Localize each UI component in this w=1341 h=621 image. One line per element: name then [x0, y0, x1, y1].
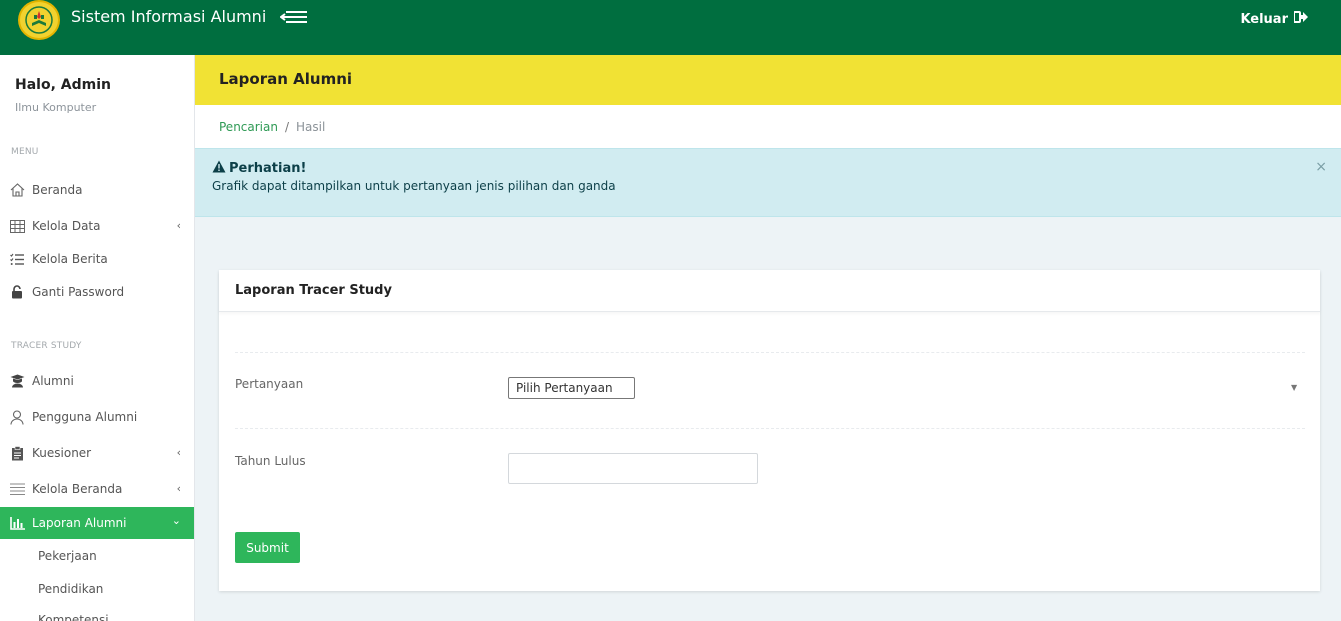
sidebar-subitem-label: Kompetensi	[38, 613, 109, 621]
close-icon[interactable]: ×	[1315, 159, 1327, 175]
user-icon	[9, 409, 25, 425]
sidebar-item-alumni[interactable]: Alumni	[0, 365, 194, 397]
sidebar-item-pengguna-alumni[interactable]: Pengguna Alumni	[0, 401, 194, 433]
page-header: Laporan Alumni	[195, 55, 1341, 105]
sidebar-item-kelola-berita[interactable]: Kelola Berita	[0, 243, 194, 275]
university-logo-icon	[18, 0, 60, 40]
lock-icon	[9, 284, 25, 300]
form-divider	[235, 352, 1305, 353]
sidebar-item-label: Alumni	[32, 374, 74, 388]
logout-label: Keluar	[1240, 11, 1288, 27]
card-header: Laporan Tracer Study	[219, 270, 1320, 312]
breadcrumb-current: Hasil	[296, 119, 326, 134]
app-title: Sistem Informasi Alumni	[71, 7, 267, 26]
sidebar-item-label: Kelola Beranda	[32, 482, 123, 496]
chevron-left-icon: ‹	[176, 219, 181, 232]
alert-title: Perhatian!	[212, 160, 306, 177]
graduation-year-input[interactable]	[508, 453, 758, 484]
sidebar-item-label: Kelola Berita	[32, 252, 108, 266]
sidebar-subitem-kompetensi[interactable]: Kompetensi	[0, 605, 194, 621]
question-select-value: Pilih Pertanyaan	[516, 381, 613, 395]
sidebar-item-kuesioner[interactable]: Kuesioner ‹	[0, 437, 194, 469]
graduate-icon	[9, 373, 25, 389]
bar-chart-icon	[9, 515, 25, 531]
sidebar-subitem-pekerjaan[interactable]: Pekerjaan	[0, 541, 194, 571]
chevron-left-icon: ‹	[176, 482, 181, 495]
question-label: Pertanyaan	[235, 377, 304, 391]
table-icon	[9, 218, 25, 234]
warning-alert: Perhatian! Grafik dapat ditampilkan untu…	[195, 148, 1341, 217]
checklist-icon	[9, 251, 25, 267]
sidebar-item-label: Kelola Data	[32, 219, 101, 233]
breadcrumb: Pencarian / Hasil	[195, 105, 1341, 148]
submit-button[interactable]: Submit	[235, 532, 300, 563]
sidebar-subitem-label: Pendidikan	[38, 582, 104, 596]
sidebar-item-label: Pengguna Alumni	[32, 410, 138, 424]
graduation-year-label: Tahun Lulus	[235, 454, 306, 468]
sidebar-subitem-label: Pekerjaan	[38, 549, 97, 563]
breadcrumb-separator: /	[284, 119, 290, 134]
user-department: Ilmu Komputer	[15, 101, 97, 114]
sidebar-subitem-pendidikan[interactable]: Pendidikan	[0, 574, 194, 604]
sidebar: Halo, Admin Ilmu Komputer MENU Beranda K…	[0, 55, 195, 621]
warning-icon	[212, 160, 226, 177]
caret-down-icon[interactable]: ▼	[1291, 383, 1297, 392]
menu-section-label: MENU	[11, 147, 39, 157]
question-select[interactable]: Pilih Pertanyaan	[508, 377, 635, 399]
page-title: Laporan Alumni	[219, 70, 353, 88]
user-greeting: Halo, Admin	[15, 77, 111, 93]
logout-button[interactable]: Keluar	[1240, 11, 1308, 27]
home-icon	[9, 182, 25, 198]
sign-out-icon	[1293, 11, 1308, 27]
chevron-left-icon: ‹	[176, 446, 181, 459]
breadcrumb-link-pencarian[interactable]: Pencarian	[219, 120, 278, 134]
alert-title-text: Perhatian!	[229, 161, 307, 176]
clipboard-icon	[9, 445, 25, 461]
alert-message: Grafik dapat ditampilkan untuk pertanyaa…	[212, 179, 616, 193]
sidebar-item-beranda[interactable]: Beranda	[0, 174, 194, 206]
tracer-study-card: Laporan Tracer Study Pertanyaan Pilih Pe…	[219, 270, 1320, 591]
tracer-section-label: TRACER STUDY	[11, 341, 82, 351]
sidebar-item-label: Kuesioner	[32, 446, 92, 460]
sidebar-item-label: Laporan Alumni	[32, 516, 127, 530]
sidebar-item-kelola-beranda[interactable]: Kelola Beranda ‹	[0, 473, 194, 505]
chevron-down-icon: ⌄	[171, 514, 181, 527]
sidebar-item-label: Beranda	[32, 183, 83, 197]
sidebar-item-ganti-password[interactable]: Ganti Password	[0, 276, 194, 308]
sidebar-item-kelola-data[interactable]: Kelola Data ‹	[0, 210, 194, 242]
sidebar-toggle-icon[interactable]	[279, 9, 308, 25]
card-title: Laporan Tracer Study	[235, 283, 392, 298]
sidebar-item-laporan-alumni[interactable]: Laporan Alumni ⌄	[0, 507, 194, 539]
sidebar-item-label: Ganti Password	[32, 285, 125, 299]
top-navbar: Sistem Informasi Alumni Keluar	[0, 0, 1341, 55]
list-icon	[9, 481, 25, 497]
form-divider	[235, 428, 1305, 429]
